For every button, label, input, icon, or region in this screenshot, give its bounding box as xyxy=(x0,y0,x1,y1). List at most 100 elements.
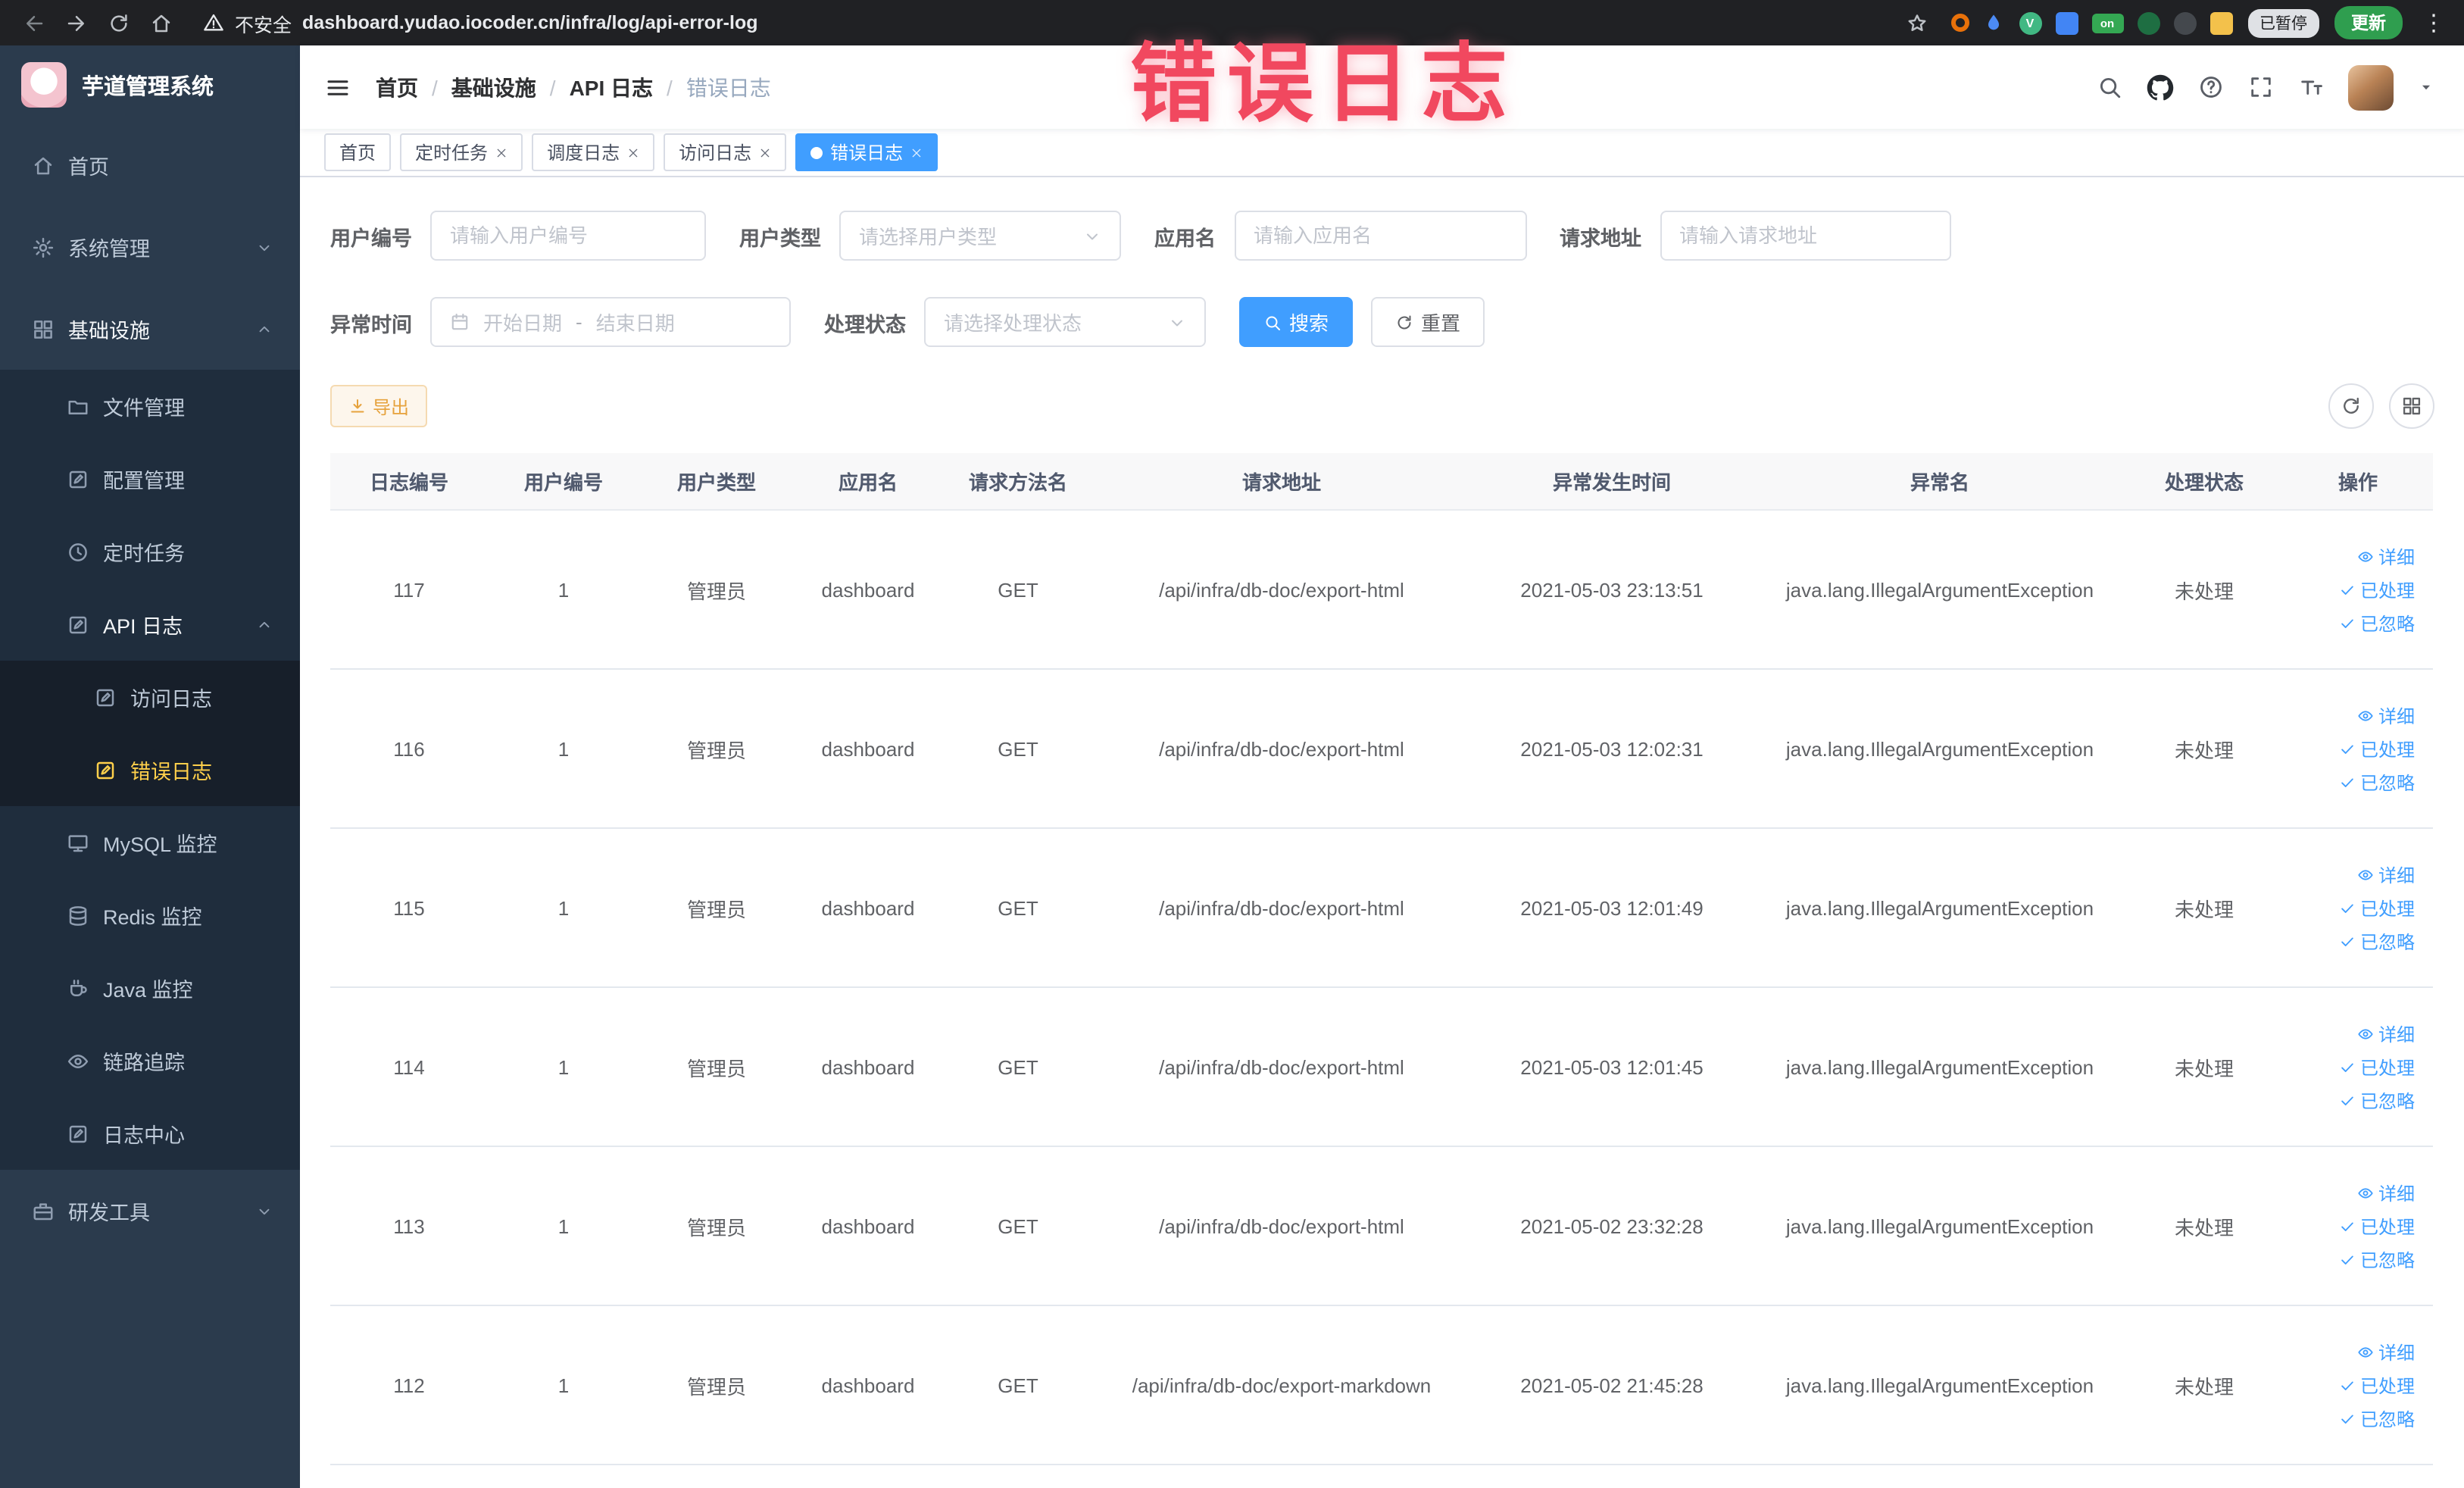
ignored-link[interactable]: 已忽略 xyxy=(2339,1087,2415,1113)
sidebar-item-trace[interactable]: 链路追踪 xyxy=(0,1024,300,1097)
reload-icon[interactable] xyxy=(100,5,136,41)
ignored-link[interactable]: 已忽略 xyxy=(2339,928,2415,954)
fullscreen-icon[interactable] xyxy=(2248,74,2274,100)
refresh-icon[interactable] xyxy=(2328,383,2374,429)
breadcrumb-item[interactable]: 首页 xyxy=(376,72,418,102)
help-icon[interactable] xyxy=(2198,74,2224,100)
ignored-link[interactable]: 已忽略 xyxy=(2339,1246,2415,1272)
browser-menu-icon[interactable]: ⋮ xyxy=(2418,9,2450,36)
date-range-picker[interactable]: 开始日期 - 结束日期 xyxy=(430,297,791,347)
tab-home[interactable]: 首页 xyxy=(324,133,392,171)
sidebar-item-api-log[interactable]: API 日志 xyxy=(0,588,300,661)
processed-link[interactable]: 已处理 xyxy=(2339,895,2415,921)
forward-icon[interactable] xyxy=(58,5,94,41)
request-url-input[interactable] xyxy=(1660,211,1950,261)
sidebar-item-access-log[interactable]: 访问日志 xyxy=(0,661,300,733)
sidebar-item-home[interactable]: 首页 xyxy=(0,124,300,206)
export-button[interactable]: 导出 xyxy=(330,385,428,427)
app-name-input[interactable] xyxy=(1234,211,1526,261)
sidebar-item-error-log[interactable]: 错误日志 xyxy=(0,733,300,806)
sidebar-item-label: 文件管理 xyxy=(103,397,185,420)
sidebar-item-config[interactable]: 配置管理 xyxy=(0,442,300,515)
search-button[interactable]: 搜索 xyxy=(1239,297,1354,347)
breadcrumb-item[interactable]: 基础设施 xyxy=(451,72,536,102)
column-settings-icon[interactable] xyxy=(2389,383,2434,429)
water-drop-extension-icon[interactable] xyxy=(1982,11,2005,34)
orange-ring-extension-icon[interactable] xyxy=(1950,14,1969,32)
column-header: 操作 xyxy=(2338,471,2378,494)
chevron-down-icon xyxy=(256,1202,273,1219)
address-bar[interactable]: 不安全 dashboard.yudao.iocoder.cn/infra/log… xyxy=(203,8,758,37)
cell-actions: 详细已处理已忽略 xyxy=(2283,670,2433,827)
cell-url: /api/infra/db-doc/export-html xyxy=(1159,1055,1404,1078)
action-label: 已忽略 xyxy=(2359,1249,2415,1271)
github-icon[interactable] xyxy=(2147,73,2174,101)
bookmark-star-icon[interactable] xyxy=(1899,5,1935,41)
processed-link[interactable]: 已处理 xyxy=(2339,1372,2415,1398)
font-size-icon[interactable] xyxy=(2298,74,2324,100)
sidebar-item-log-center[interactable]: 日志中心 xyxy=(0,1097,300,1170)
sidebar-item-system[interactable]: 系统管理 xyxy=(0,206,300,288)
user-id-label: 用户编号 xyxy=(330,227,412,249)
tampermonkey-extension-icon[interactable] xyxy=(2209,11,2232,34)
processed-link[interactable]: 已处理 xyxy=(2339,1213,2415,1239)
cell-app: dashboard xyxy=(821,896,915,919)
update-button[interactable]: 更新 xyxy=(2334,6,2403,39)
header-actions xyxy=(2097,64,2434,110)
dark-paw-extension-icon[interactable] xyxy=(2173,11,2196,34)
logo[interactable]: 芋道管理系统 xyxy=(0,45,300,124)
processed-link[interactable]: 已处理 xyxy=(2339,736,2415,761)
sidebar-item-dev-tools[interactable]: 研发工具 xyxy=(0,1170,300,1252)
detail-link[interactable]: 详细 xyxy=(2357,861,2415,887)
processed-link[interactable]: 已处理 xyxy=(2339,1054,2415,1080)
home-icon[interactable] xyxy=(142,5,179,41)
tab-job-log[interactable]: 调度日志 xyxy=(532,133,655,171)
process-status-select[interactable]: 请选择处理状态 xyxy=(924,297,1206,347)
cell-user_id: 1 xyxy=(557,737,570,760)
action-label: 已忽略 xyxy=(2359,613,2415,634)
tab-access-log[interactable]: 访问日志 xyxy=(664,133,787,171)
sidebar-item-infra[interactable]: 基础设施 xyxy=(0,288,300,370)
user-type-select[interactable]: 请选择用户类型 xyxy=(839,211,1121,261)
detail-link[interactable]: 详细 xyxy=(2357,702,2415,728)
tab-job[interactable]: 定时任务 xyxy=(400,133,523,171)
sidebar-item-file[interactable]: 文件管理 xyxy=(0,370,300,442)
detail-link[interactable]: 详细 xyxy=(2357,1021,2415,1046)
close-icon[interactable] xyxy=(759,146,771,158)
user-id-input[interactable] xyxy=(430,211,706,261)
download-icon xyxy=(348,397,367,415)
user-avatar[interactable] xyxy=(2348,64,2394,110)
tab-error-log[interactable]: 错误日志 xyxy=(795,133,938,171)
detail-link[interactable]: 详细 xyxy=(2357,1339,2415,1365)
sidebar-item-redis[interactable]: Redis 监控 xyxy=(0,879,300,952)
back-icon[interactable] xyxy=(15,5,52,41)
detail-link[interactable]: 详细 xyxy=(2357,1180,2415,1205)
sidebar-item-mysql[interactable]: MySQL 监控 xyxy=(0,806,300,879)
chevron-down-icon[interactable] xyxy=(2418,79,2434,95)
action-label: 详细 xyxy=(2378,864,2415,886)
close-icon[interactable] xyxy=(627,146,639,158)
processed-link[interactable]: 已处理 xyxy=(2339,577,2415,602)
cell-exception: java.lang.IllegalArgumentException xyxy=(1785,1214,2094,1237)
ignored-link[interactable]: 已忽略 xyxy=(2339,769,2415,795)
vue-devtools-extension-icon[interactable]: V xyxy=(2019,11,2041,34)
cell-user_type: 管理员 xyxy=(686,1375,746,1398)
detail-link[interactable]: 详细 xyxy=(2357,543,2415,569)
ignored-link[interactable]: 已忽略 xyxy=(2339,610,2415,636)
sidebar-item-label: 首页 xyxy=(68,156,109,179)
column-header: 应用名 xyxy=(838,471,898,494)
close-icon[interactable] xyxy=(910,146,923,158)
on-switch-extension-icon[interactable]: on xyxy=(2091,13,2123,33)
search-icon[interactable] xyxy=(2097,74,2122,100)
reset-button[interactable]: 重置 xyxy=(1371,297,1485,347)
close-icon[interactable] xyxy=(495,146,507,158)
calendar-icon xyxy=(450,312,470,332)
breadcrumb-item[interactable]: API 日志 xyxy=(570,72,653,102)
blue-grid-extension-icon[interactable] xyxy=(2055,11,2078,34)
hamburger-icon[interactable] xyxy=(324,73,351,101)
ignored-link[interactable]: 已忽略 xyxy=(2339,1405,2415,1431)
green-leaf-extension-icon[interactable] xyxy=(2137,11,2160,34)
sidebar-item-job[interactable]: 定时任务 xyxy=(0,515,300,588)
chevron-down-icon xyxy=(1083,227,1101,245)
sidebar-item-java[interactable]: Java 监控 xyxy=(0,952,300,1024)
